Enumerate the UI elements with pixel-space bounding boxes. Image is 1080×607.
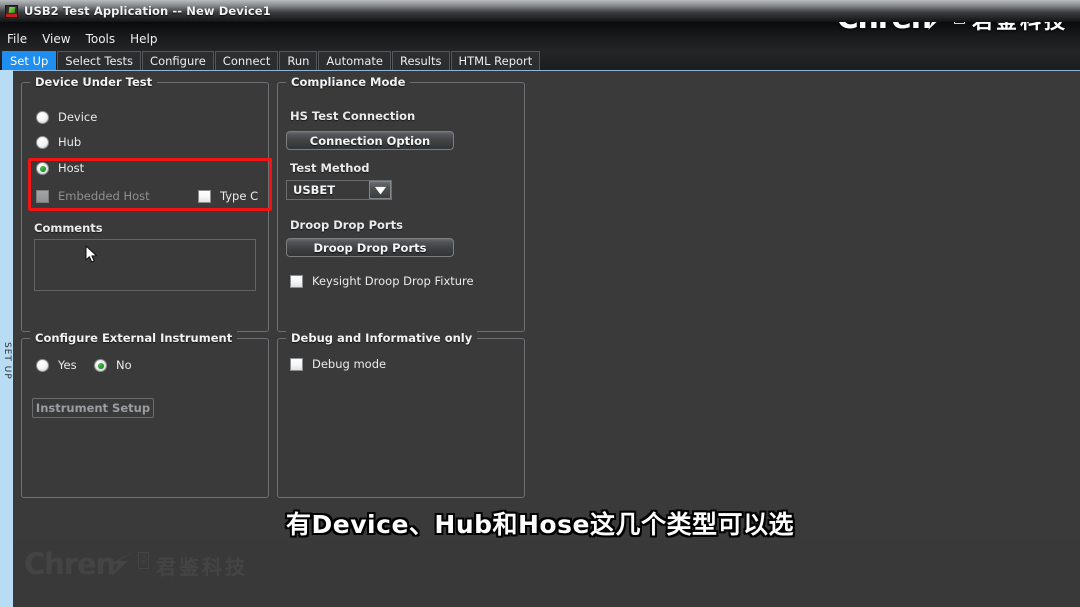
comments-textarea[interactable] bbox=[34, 239, 256, 291]
debug-panel: Debug and Informative only Debug mode bbox=[277, 331, 525, 498]
tab-connect[interactable]: Connect bbox=[214, 51, 279, 70]
menu-item-view[interactable]: View bbox=[42, 33, 70, 45]
menu-item-help[interactable]: Help bbox=[130, 33, 157, 45]
hs-test-connection-label: HS Test Connection bbox=[290, 109, 416, 123]
device-under-test-panel: Device Under Test Device Hub Host Embedd… bbox=[21, 75, 272, 332]
vertical-setup-strip[interactable]: SET UP bbox=[0, 70, 13, 540]
droop-drop-ports-label: Droop Drop Ports bbox=[290, 218, 403, 232]
menu-bar: File View Tools Help bbox=[0, 29, 158, 48]
checkbox-keysight-droop-drop-fixture[interactable]: Keysight Droop Drop Fixture bbox=[290, 275, 474, 288]
radio-host[interactable]: Host bbox=[36, 162, 84, 175]
radio-external-instrument-no-icon bbox=[94, 359, 107, 372]
checkbox-debug-mode[interactable]: Debug mode bbox=[290, 358, 386, 371]
tab-html-report[interactable]: HTML Report bbox=[450, 51, 541, 70]
device-under-test-title: Device Under Test bbox=[30, 75, 158, 89]
menu-item-tools[interactable]: Tools bbox=[86, 33, 116, 45]
debug-panel-title: Debug and Informative only bbox=[286, 331, 478, 345]
vertical-setup-strip-label: SET UP bbox=[2, 342, 12, 380]
radio-device-icon bbox=[36, 111, 49, 124]
radio-hub-label: Hub bbox=[58, 134, 82, 149]
chevron-down-icon[interactable] bbox=[369, 181, 391, 199]
checkbox-debug-mode-icon bbox=[290, 358, 303, 371]
radio-hub[interactable]: Hub bbox=[36, 136, 81, 149]
tab-automate[interactable]: Automate bbox=[318, 51, 391, 70]
checkbox-keysight-droop-drop-fixture-label: Keysight Droop Drop Fixture bbox=[312, 273, 474, 288]
instrument-setup-button[interactable]: Instrument Setup bbox=[32, 398, 154, 418]
checkbox-debug-mode-label: Debug mode bbox=[312, 356, 387, 371]
tab-set-up[interactable]: Set Up bbox=[2, 51, 57, 70]
test-method-label: Test Method bbox=[290, 161, 370, 175]
radio-external-instrument-no[interactable]: No bbox=[94, 359, 132, 372]
title-bar: USB2 Test Application -- New Device1 bbox=[0, 0, 1080, 22]
test-method-value: USBET bbox=[293, 183, 336, 197]
main-tab-strip: Set Up Select Tests Configure Connect Ru… bbox=[2, 51, 541, 70]
radio-device-label: Device bbox=[58, 109, 98, 124]
radio-external-instrument-yes-icon bbox=[36, 359, 49, 372]
checkbox-embedded-host-label: Embedded Host bbox=[58, 188, 150, 203]
checkbox-type-c[interactable]: Type C bbox=[198, 190, 258, 203]
radio-hub-icon bbox=[36, 136, 49, 149]
compliance-mode-title: Compliance Mode bbox=[286, 75, 411, 89]
connection-option-button[interactable]: Connection Option bbox=[286, 131, 454, 150]
video-subtitle: 有Device、Hub和Hose这几个类型可以选 bbox=[286, 510, 794, 539]
checkbox-type-c-label: Type C bbox=[220, 188, 259, 203]
setup-page-content: Device Under Test Device Hub Host Embedd… bbox=[13, 70, 1080, 507]
checkbox-keysight-droop-drop-fixture-icon bbox=[290, 275, 303, 288]
menu-item-file[interactable]: File bbox=[7, 33, 27, 45]
radio-external-instrument-yes-label: Yes bbox=[58, 357, 77, 372]
checkbox-type-c-icon bbox=[198, 190, 211, 203]
radio-device[interactable]: Device bbox=[36, 111, 97, 124]
test-method-combobox[interactable]: USBET bbox=[286, 180, 392, 200]
radio-external-instrument-no-label: No bbox=[116, 357, 132, 372]
droop-drop-ports-button[interactable]: Droop Drop Ports bbox=[286, 238, 454, 257]
app-icon bbox=[5, 4, 18, 18]
configure-external-instrument-title: Configure External Instrument bbox=[30, 331, 238, 345]
compliance-mode-panel: Compliance Mode HS Test Connection Conne… bbox=[277, 75, 525, 332]
tab-configure[interactable]: Configure bbox=[142, 51, 214, 70]
configure-external-instrument-panel: Configure External Instrument Yes No Ins… bbox=[21, 331, 269, 498]
window-title: USB2 Test Application -- New Device1 bbox=[24, 4, 271, 18]
radio-external-instrument-yes[interactable]: Yes bbox=[36, 359, 77, 372]
bottom-bar-side-strip bbox=[0, 540, 13, 607]
radio-host-label: Host bbox=[58, 160, 85, 175]
tab-select-tests[interactable]: Select Tests bbox=[57, 51, 142, 70]
radio-host-icon bbox=[36, 162, 49, 175]
bottom-bar bbox=[0, 540, 1080, 607]
comments-label: Comments bbox=[34, 221, 103, 235]
application-window: USB2 Test Application -- New Device1 Chr… bbox=[0, 0, 1080, 607]
tab-run[interactable]: Run bbox=[279, 51, 318, 70]
tab-results[interactable]: Results bbox=[391, 51, 450, 70]
checkbox-embedded-host[interactable]: Embedded Host bbox=[36, 190, 150, 203]
checkbox-embedded-host-icon bbox=[36, 190, 49, 203]
content-top-divider bbox=[13, 70, 1080, 71]
